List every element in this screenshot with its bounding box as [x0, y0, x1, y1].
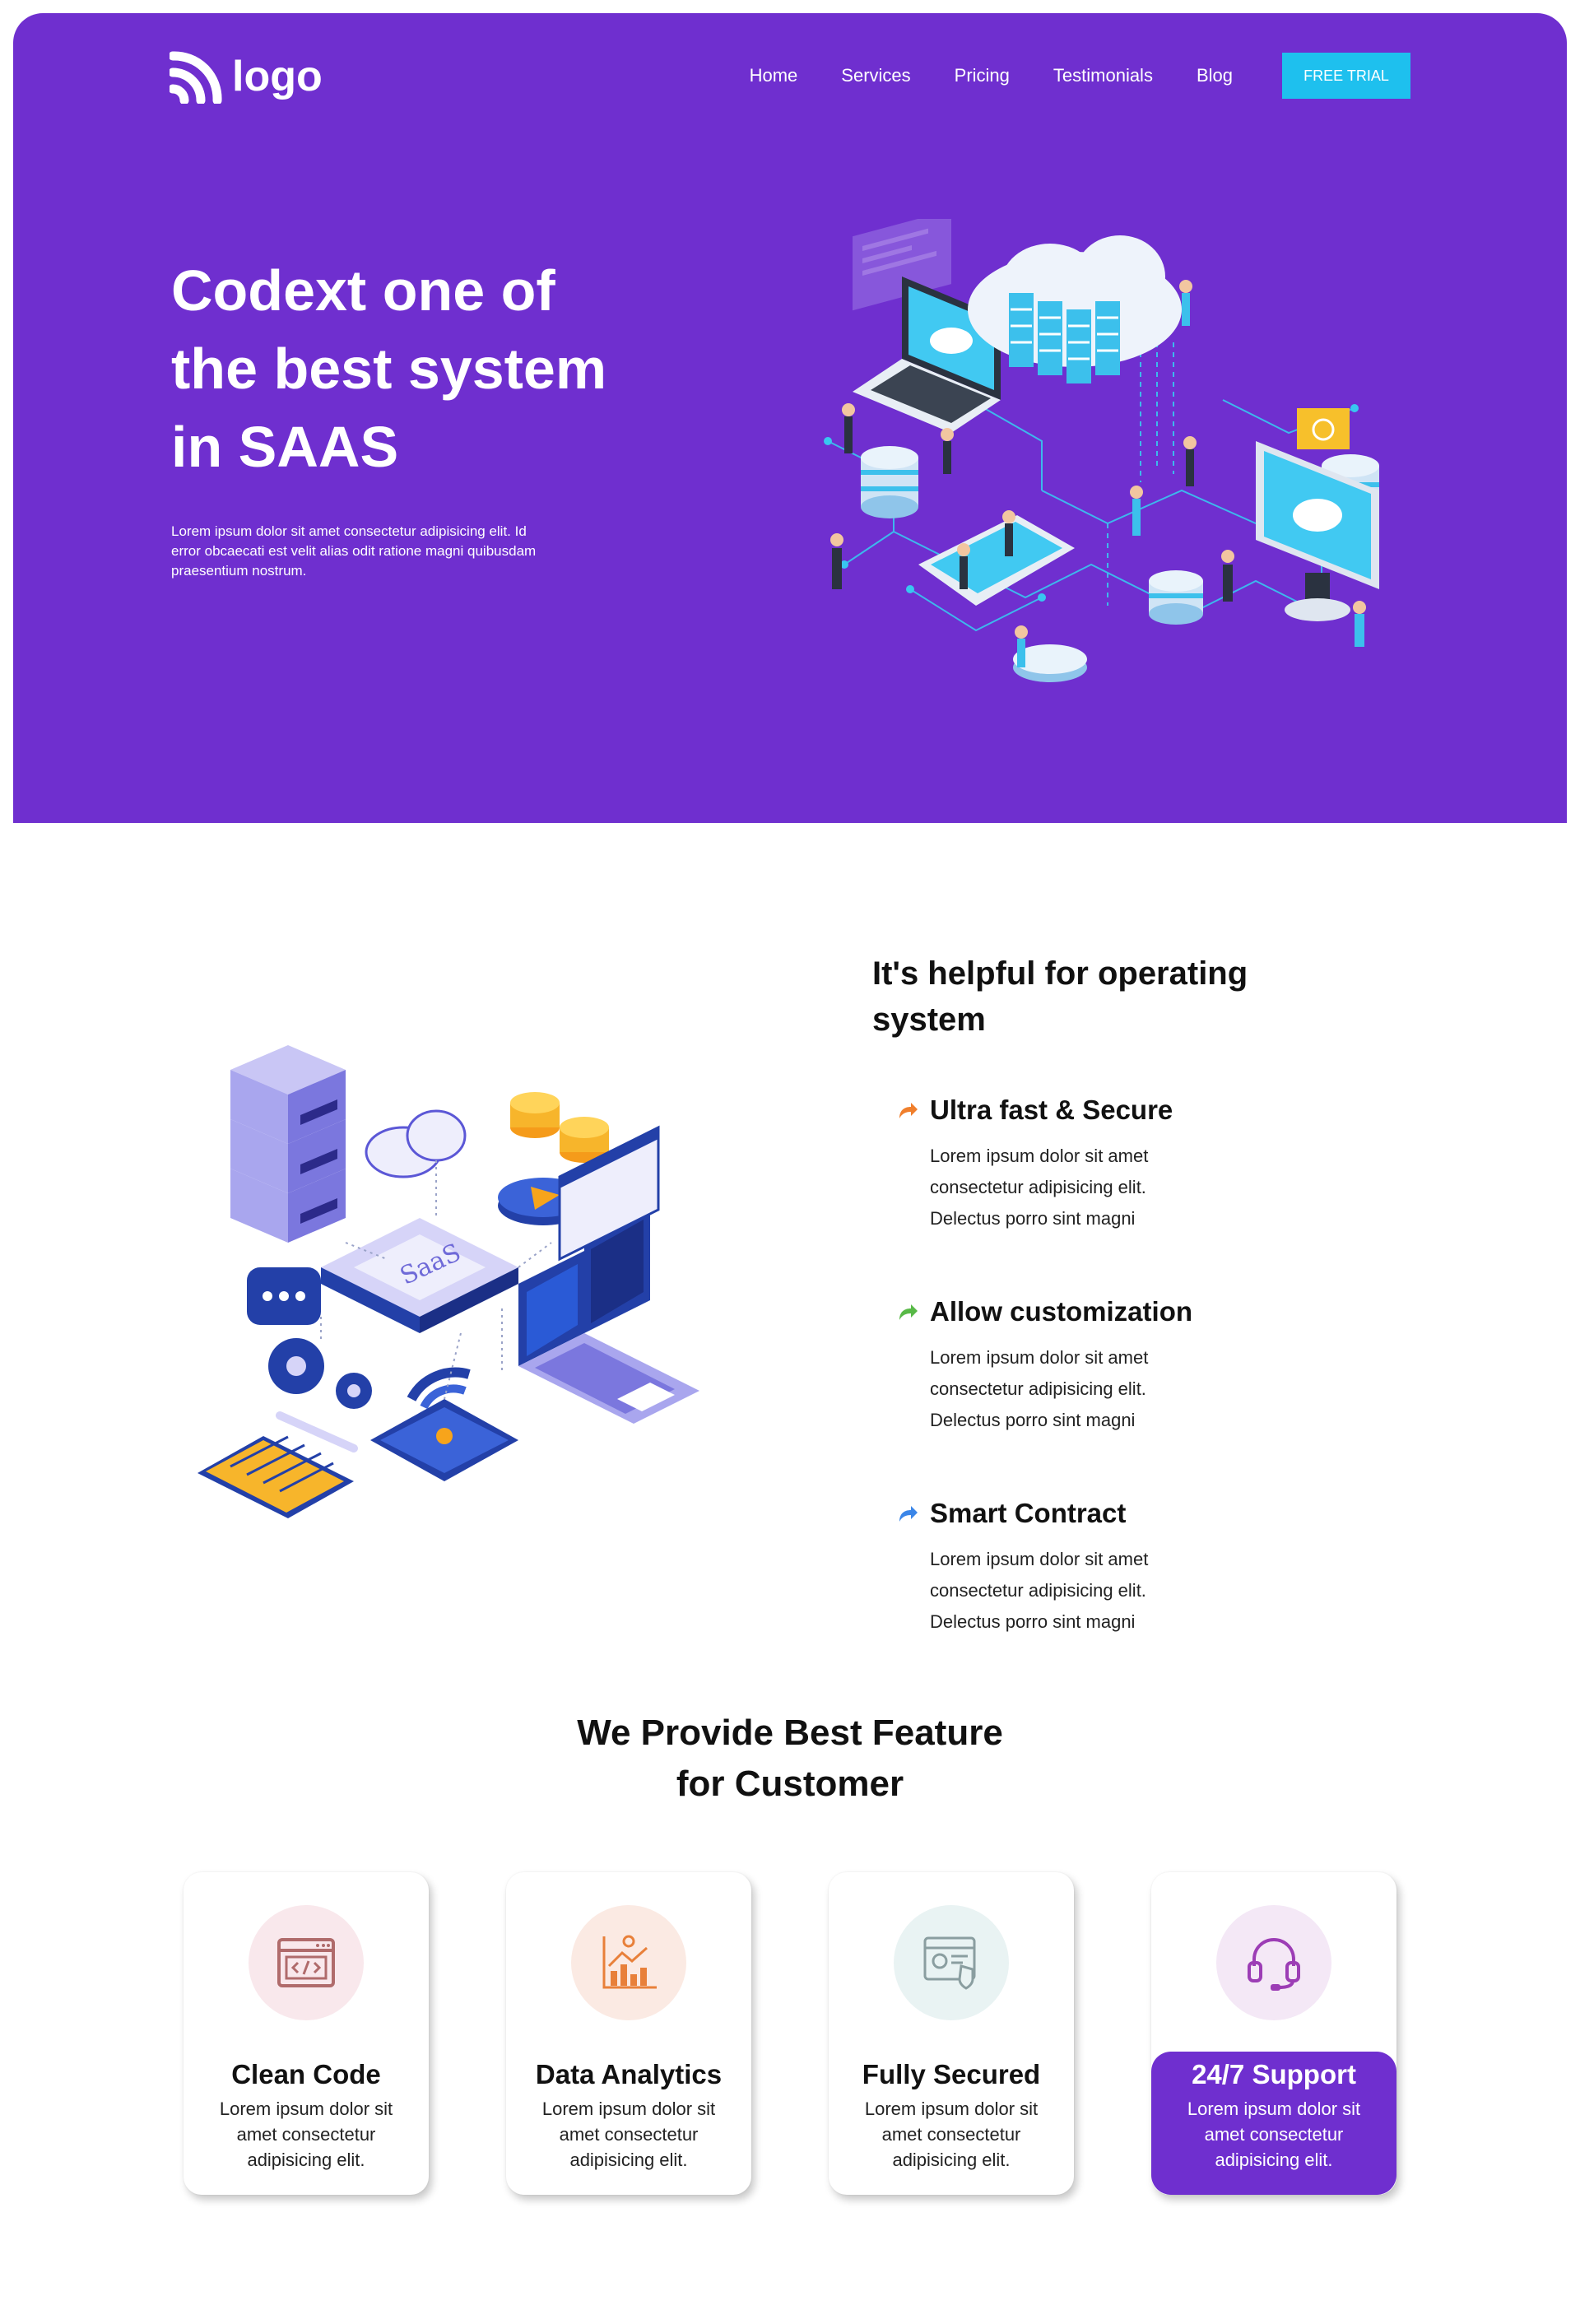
feature-item: Allow customization Lorem ipsum dolor si…: [897, 1296, 1276, 1436]
hero-section: logo Home Services Pricing Testimonials …: [13, 13, 1567, 823]
card-title: Fully Secured: [862, 2059, 1041, 2089]
feature-text: Lorem ipsum dolor sit amet consectetur a…: [930, 1549, 1149, 1632]
card-icon-circle: [1216, 1905, 1331, 2020]
feature-title: Allow customization: [930, 1296, 1193, 1327]
card-title: Data Analytics: [535, 2059, 723, 2089]
curved-arrow-icon: [899, 1506, 918, 1522]
feature-card-support[interactable]: 24/7 Support Lorem ipsum dolor sit amet …: [1151, 1872, 1396, 2195]
card-body: Data Analytics Lorem ipsum dolor sit ame…: [506, 2047, 751, 2173]
card-body: Clean Code Lorem ipsum dolor sit amet co…: [184, 2047, 429, 2173]
section-title: It's helpful for operating system: [872, 955, 1248, 1038]
card-icon-circle: [571, 1905, 686, 2020]
logo-text: logo: [232, 53, 323, 100]
hero-description: Lorem ipsum dolor sit amet consectetur a…: [171, 523, 537, 579]
logo[interactable]: logo: [170, 49, 323, 104]
card-text: Lorem ipsum dolor sit amet consectetur a…: [864, 2099, 1039, 2170]
headset-icon: [1248, 1937, 1300, 1991]
analytics-chart-icon: [602, 1935, 657, 1989]
feature-title: Ultra fast & Secure: [930, 1095, 1173, 1125]
code-window-icon: [277, 1938, 335, 1987]
saas-isometric-illustration: SaaS: [198, 1045, 699, 1518]
hero-title-line: Codext one of: [171, 258, 555, 323]
card-title: 24/7 Support: [1192, 2059, 1356, 2089]
feature-card-fully-secured[interactable]: Fully Secured Lorem ipsum dolor sit amet…: [829, 1872, 1074, 2195]
curved-arrow-icon: [899, 1103, 918, 1118]
card-icon-circle: [249, 1905, 364, 2020]
curved-arrow-icon: [899, 1304, 918, 1320]
free-trial-button[interactable]: FREE TRIAL: [1282, 53, 1410, 99]
main-nav: Home Services Pricing Testimonials Blog …: [706, 53, 1410, 99]
card-text: Lorem ipsum dolor sit amet consectetur a…: [219, 2099, 393, 2170]
hero-title: Codext one of the best system in SAAS: [171, 252, 632, 486]
feature-card-clean-code[interactable]: Clean Code Lorem ipsum dolor sit amet co…: [184, 1872, 429, 2195]
logo-icon: [170, 51, 222, 104]
cloud-network-illustration: [824, 219, 1379, 682]
nav-blog[interactable]: Blog: [1197, 65, 1233, 86]
features-section-title: We Provide Best Feature for Customer: [461, 1708, 1119, 1810]
card-body: Fully Secured Lorem ipsum dolor sit amet…: [829, 2047, 1074, 2173]
feature-title: Smart Contract: [930, 1498, 1127, 1528]
card-text: Lorem ipsum dolor sit amet consectetur a…: [1187, 2099, 1361, 2170]
card-icon-circle: [894, 1905, 1009, 2020]
card-title: Clean Code: [231, 2059, 381, 2089]
nav-home[interactable]: Home: [750, 65, 798, 86]
feature-text: Lorem ipsum dolor sit amet consectetur a…: [930, 1146, 1149, 1229]
feature-card-data-analytics[interactable]: Data Analytics Lorem ipsum dolor sit ame…: [506, 1872, 751, 2195]
features-title-line: for Customer: [676, 1764, 904, 1804]
hero-title-line: the best system: [171, 337, 607, 401]
nav-pricing[interactable]: Pricing: [955, 65, 1010, 86]
nav-services[interactable]: Services: [841, 65, 910, 86]
hero-title-line: in SAAS: [171, 415, 399, 479]
secure-shield-icon: [923, 1936, 976, 1990]
feature-item: Ultra fast & Secure Lorem ipsum dolor si…: [897, 1095, 1276, 1234]
nav-testimonials[interactable]: Testimonials: [1053, 65, 1153, 86]
features-title-line: We Provide Best Feature: [577, 1713, 1003, 1753]
feature-item: Smart Contract Lorem ipsum dolor sit ame…: [897, 1498, 1276, 1638]
card-text: Lorem ipsum dolor sit amet consectetur a…: [541, 2099, 716, 2170]
feature-text: Lorem ipsum dolor sit amet consectetur a…: [930, 1347, 1149, 1430]
card-body: 24/7 Support Lorem ipsum dolor sit amet …: [1151, 2052, 1396, 2195]
